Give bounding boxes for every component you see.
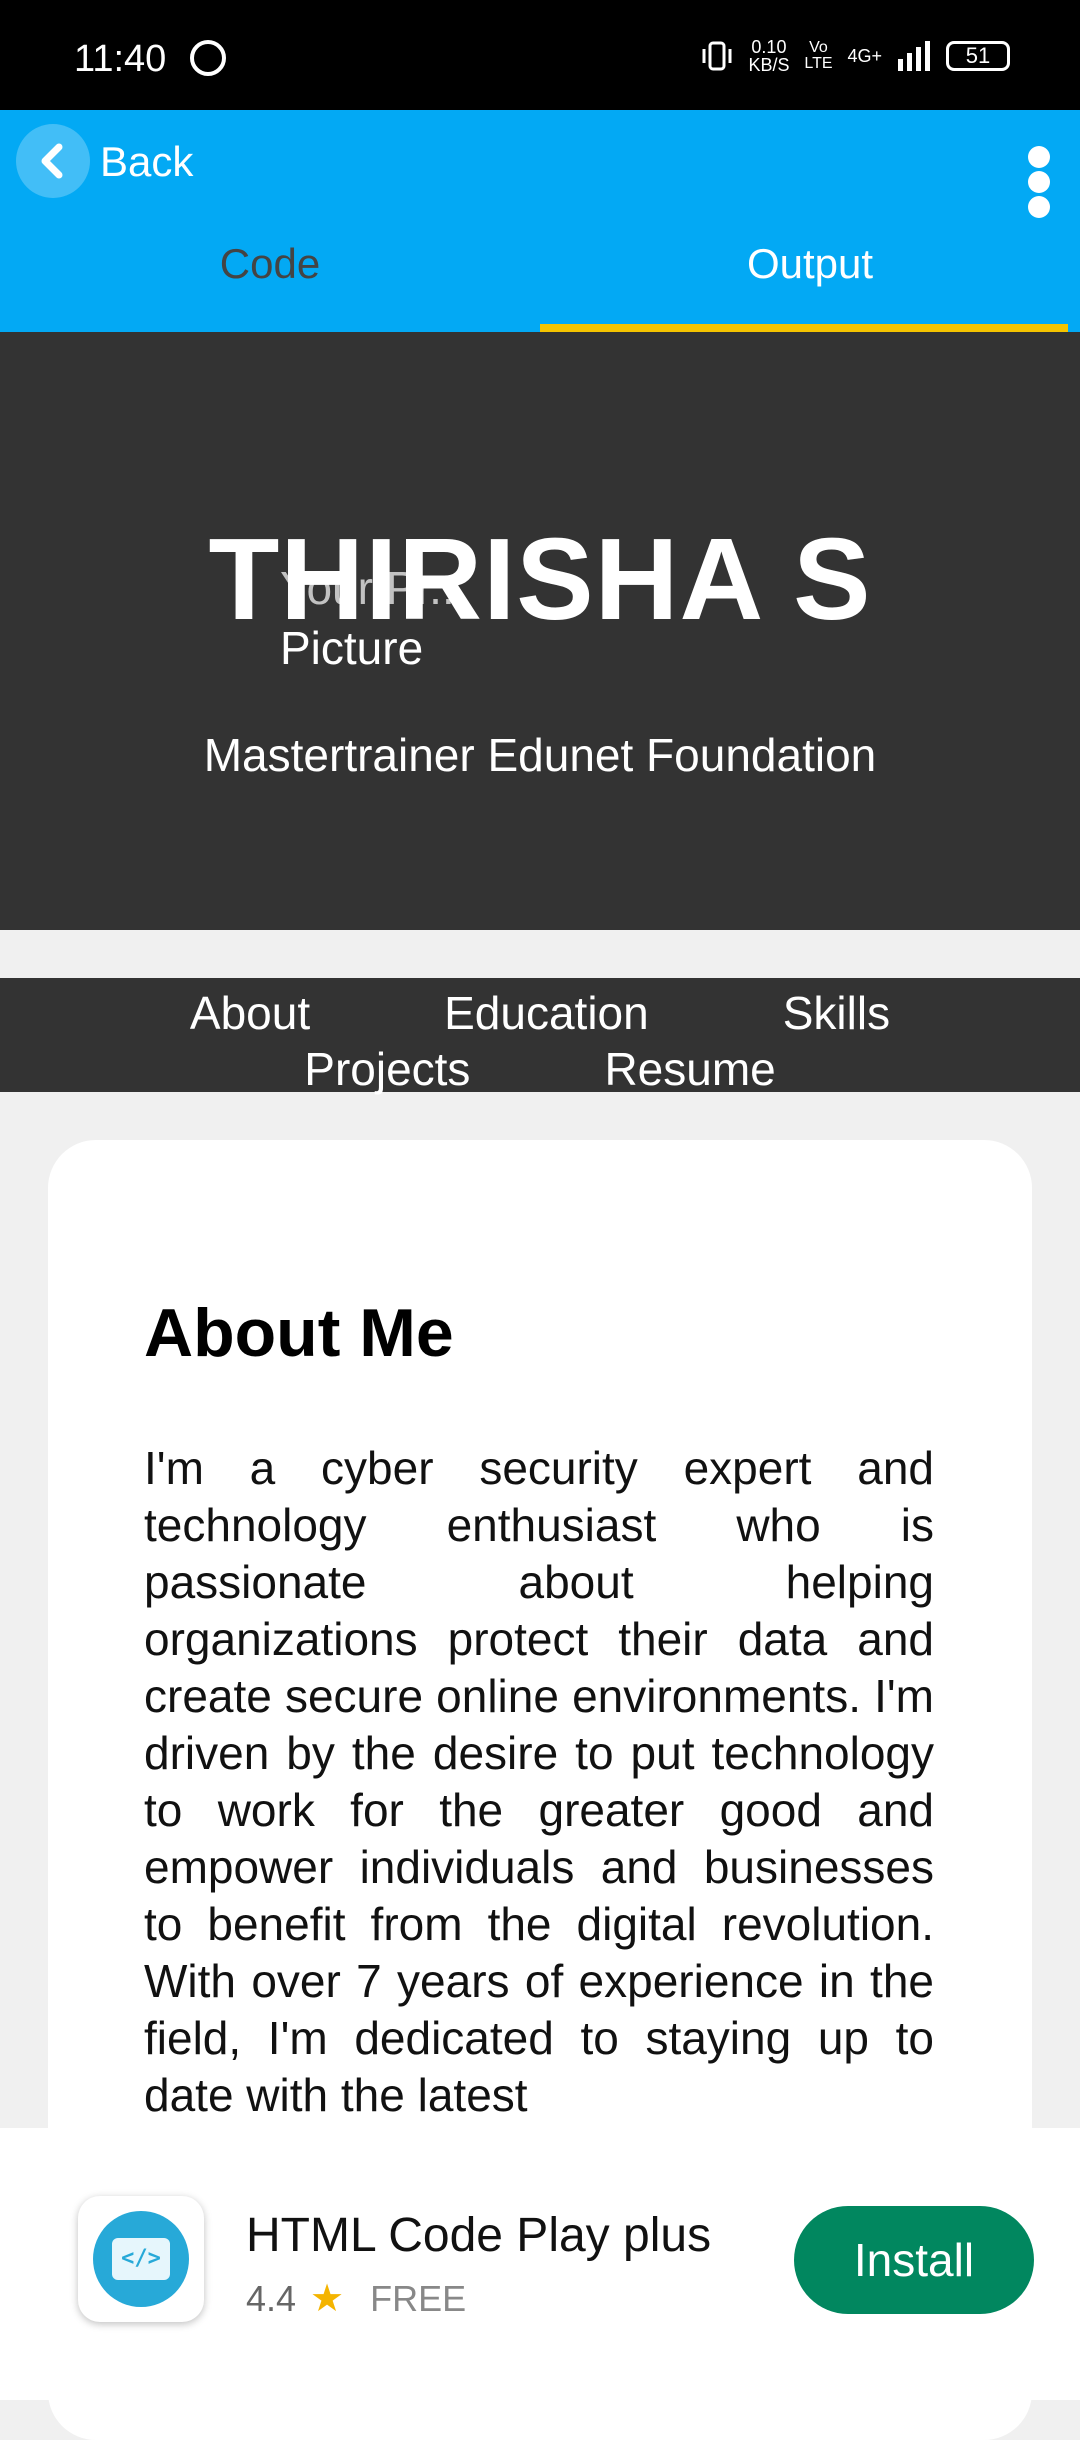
tab-code[interactable]: Code xyxy=(0,240,540,288)
profile-picture-alt-text: Your Pr... Picture xyxy=(280,562,468,674)
overflow-menu-icon[interactable] xyxy=(1028,146,1052,218)
ad-price: FREE xyxy=(370,2277,467,2319)
ad-rating: 4.4 ★ FREE xyxy=(246,2276,466,2321)
nav-link-skills[interactable]: Skills xyxy=(783,986,890,1040)
ad-app-name: HTML Code Play plus xyxy=(246,2209,712,2262)
net-speed: 0.10 KB/S xyxy=(748,37,790,75)
section-nav: About Education Skills Projects Resume xyxy=(0,978,1080,1095)
whatsapp-icon xyxy=(190,40,226,76)
app-bar: Back Code Output xyxy=(0,110,1080,332)
code-monitor-icon: </> xyxy=(78,2196,204,2322)
signal-icon xyxy=(898,41,930,71)
vibrate-icon xyxy=(702,41,732,71)
status-bar: 11:40 0.10 KB/S Vo LTE 4G+ 51 xyxy=(0,0,1080,110)
volte-label: Vo LTE xyxy=(804,39,833,72)
tab-indicator xyxy=(540,324,1068,332)
profile-subtitle: Mastertrainer Edunet Foundation xyxy=(203,729,877,781)
star-icon: ★ xyxy=(310,2278,345,2320)
status-indicators: 0.10 KB/S Vo LTE 4G+ 51 xyxy=(700,38,1010,74)
about-body: I'm a cyber security expert and technolo… xyxy=(144,1442,934,2121)
back-button[interactable] xyxy=(16,124,90,198)
network-label: 4G+ xyxy=(847,45,882,66)
chevron-left-icon xyxy=(41,143,63,179)
battery-icon: 51 xyxy=(946,41,1010,71)
back-label[interactable]: Back xyxy=(100,138,193,186)
nav-link-projects[interactable]: Projects xyxy=(304,1042,470,1096)
tab-output[interactable]: Output xyxy=(540,240,1080,288)
install-button[interactable]: Install xyxy=(794,2206,1034,2314)
about-heading: About Me xyxy=(144,1295,454,1371)
nav-link-education[interactable]: Education xyxy=(444,986,649,1040)
status-time: 11:40 xyxy=(74,38,167,80)
nav-link-about[interactable]: About xyxy=(190,986,310,1040)
profile-name: THIRISHA S xyxy=(208,514,872,644)
nav-link-resume[interactable]: Resume xyxy=(604,1042,775,1096)
ad-rating-value: 4.4 xyxy=(246,2277,297,2319)
profile-header: THIRISHA S Your Pr... Picture Mastertrai… xyxy=(0,332,1080,930)
ad-banner[interactable]: </> HTML Code Play plus 4.4 ★ FREE Insta… xyxy=(0,2128,1080,2400)
